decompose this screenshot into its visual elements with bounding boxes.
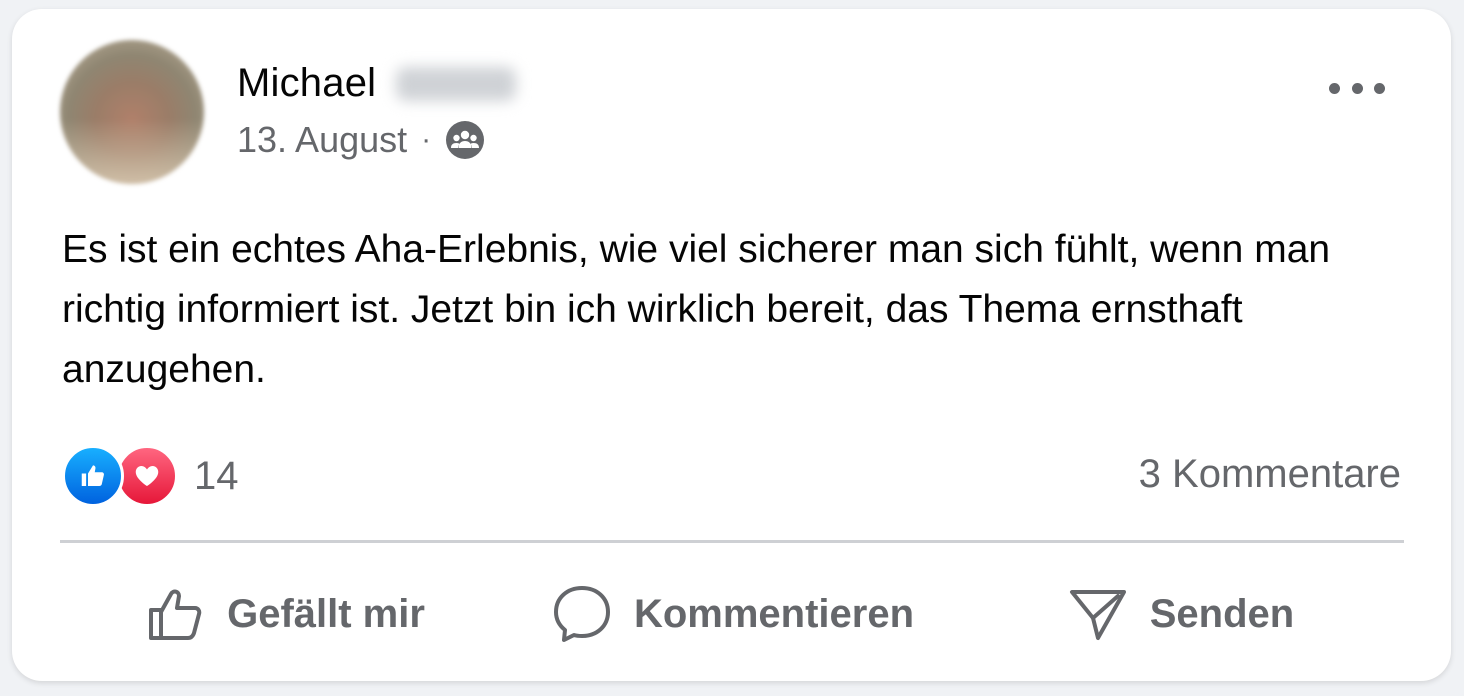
comment-button[interactable]: Kommentieren: [508, 569, 956, 659]
comment-button-label: Kommentieren: [633, 591, 915, 636]
comments-count-link[interactable]: 3 Kommentare: [1139, 452, 1401, 497]
post-date[interactable]: 13. August: [237, 119, 407, 161]
post-text: Es ist ein echtes Aha-Erlebnis, wie viel…: [62, 228, 1331, 391]
author-name[interactable]: Michael: [237, 61, 376, 106]
love-reaction-icon: [116, 445, 178, 507]
send-arrow-icon: [1069, 590, 1126, 640]
more-horizontal-icon: [1329, 82, 1340, 94]
thumbs-up-icon: [149, 589, 202, 640]
more-horizontal-icon: [1374, 82, 1385, 94]
reactions-summary[interactable]: 14: [62, 445, 239, 507]
post-card: Michael 13. August · Es ist ein echtes A…: [12, 9, 1451, 681]
divider: [60, 540, 1404, 543]
speech-bubble-icon: [553, 586, 610, 642]
friends-group-icon[interactable]: [445, 120, 485, 160]
avatar-blur-overlay: [60, 119, 204, 184]
like-reaction-icon: [62, 445, 124, 507]
author-avatar[interactable]: [60, 40, 204, 184]
like-button[interactable]: Gefällt mir: [60, 569, 508, 659]
action-bar: Gefällt mir Kommentieren Senden: [60, 569, 1404, 659]
more-options-button[interactable]: [1329, 75, 1385, 101]
author-row: Michael: [237, 61, 517, 106]
send-button-label: Senden: [1149, 591, 1295, 636]
author-last-name-redacted: [396, 66, 517, 101]
like-button-label: Gefällt mir: [227, 591, 425, 636]
send-button[interactable]: Senden: [956, 569, 1404, 659]
reaction-count: 14: [194, 453, 239, 498]
post-meta: 13. August ·: [237, 119, 485, 161]
meta-separator: ·: [421, 123, 432, 156]
more-horizontal-icon: [1351, 82, 1363, 94]
